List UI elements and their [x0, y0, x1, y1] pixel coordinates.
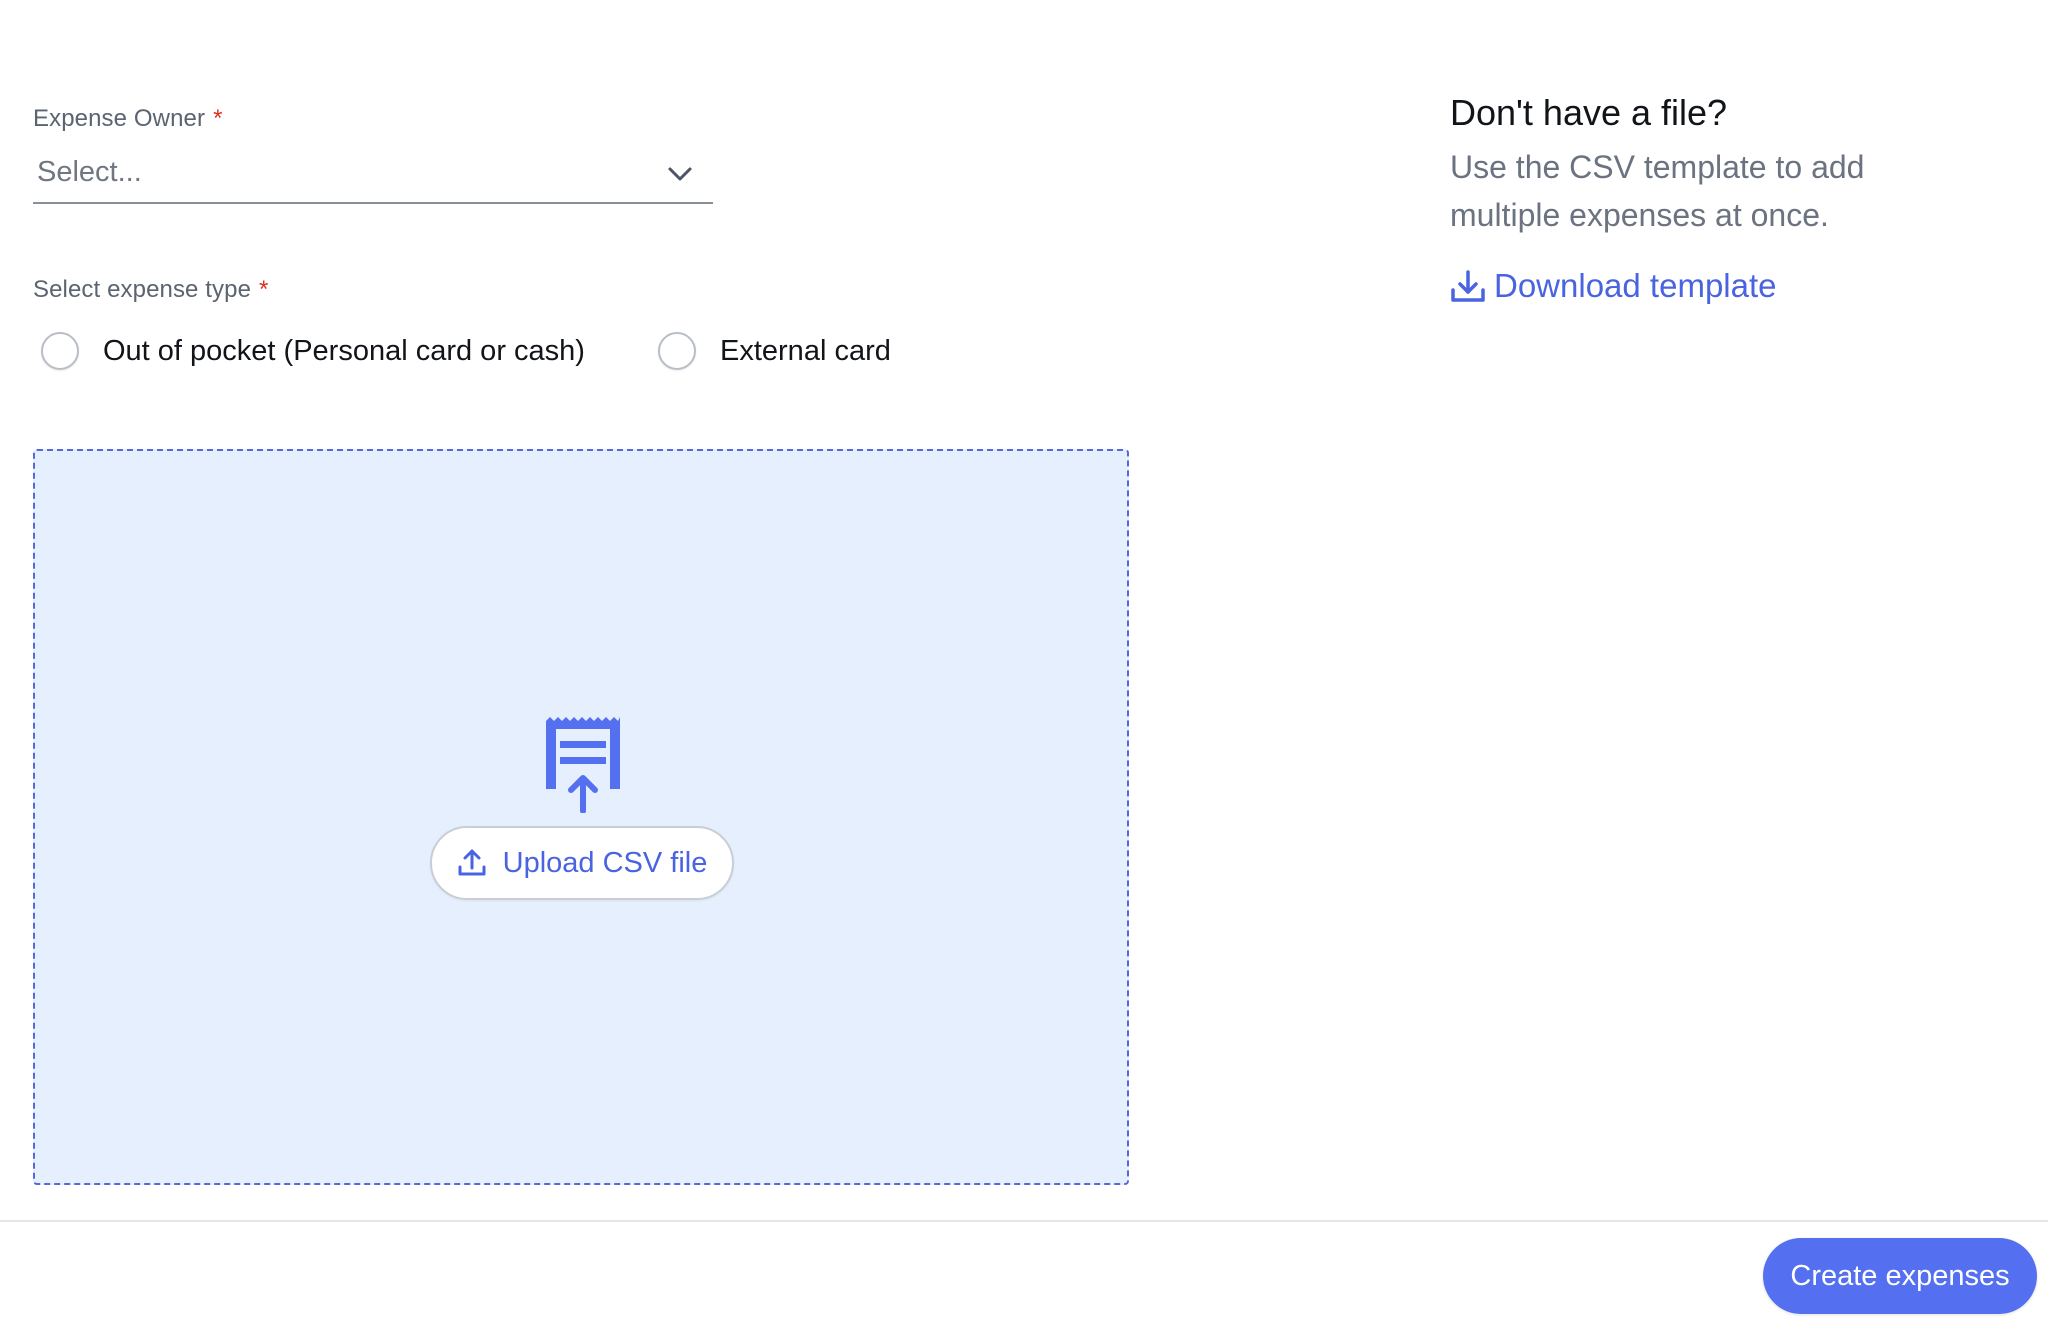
csv-dropzone[interactable]: Upload CSV file	[33, 449, 1129, 1185]
download-icon	[1451, 270, 1485, 302]
expense-owner-select[interactable]: Select...	[33, 152, 713, 204]
expense-type-label-text: Select expense type	[33, 276, 252, 303]
help-description: Use the CSV template to add multiple exp…	[1450, 149, 1865, 233]
radio-label-external-card: External card	[720, 334, 891, 367]
upload-csv-button[interactable]: Upload CSV file	[430, 826, 734, 900]
expense-owner-placeholder: Select...	[37, 156, 142, 188]
expense-owner-label: Expense Owner *	[33, 105, 223, 133]
help-title: Don't have a file?	[1450, 92, 1728, 133]
footer-divider	[0, 1220, 2048, 1222]
radio-external-card[interactable]: External card	[658, 330, 891, 372]
expense-owner-label-text: Expense Owner	[33, 105, 206, 132]
download-template-link[interactable]: Download template	[1450, 264, 1777, 308]
radio-circle[interactable]	[41, 332, 79, 370]
required-asterisk: *	[213, 105, 223, 132]
required-asterisk: *	[259, 276, 269, 303]
upload-icon	[458, 849, 486, 876]
download-template-label: Download template	[1494, 267, 1777, 304]
create-expenses-button[interactable]: Create expenses	[1763, 1238, 2037, 1314]
chevron-down-icon	[668, 167, 692, 181]
receipt-upload-icon	[546, 717, 620, 813]
radio-circle[interactable]	[658, 332, 696, 370]
upload-csv-label: Upload CSV file	[502, 846, 708, 879]
radio-out-of-pocket[interactable]: Out of pocket (Personal card or cash)	[41, 330, 585, 372]
expense-type-label: Select expense type *	[33, 276, 269, 304]
radio-label-out-of-pocket: Out of pocket (Personal card or cash)	[103, 334, 585, 367]
